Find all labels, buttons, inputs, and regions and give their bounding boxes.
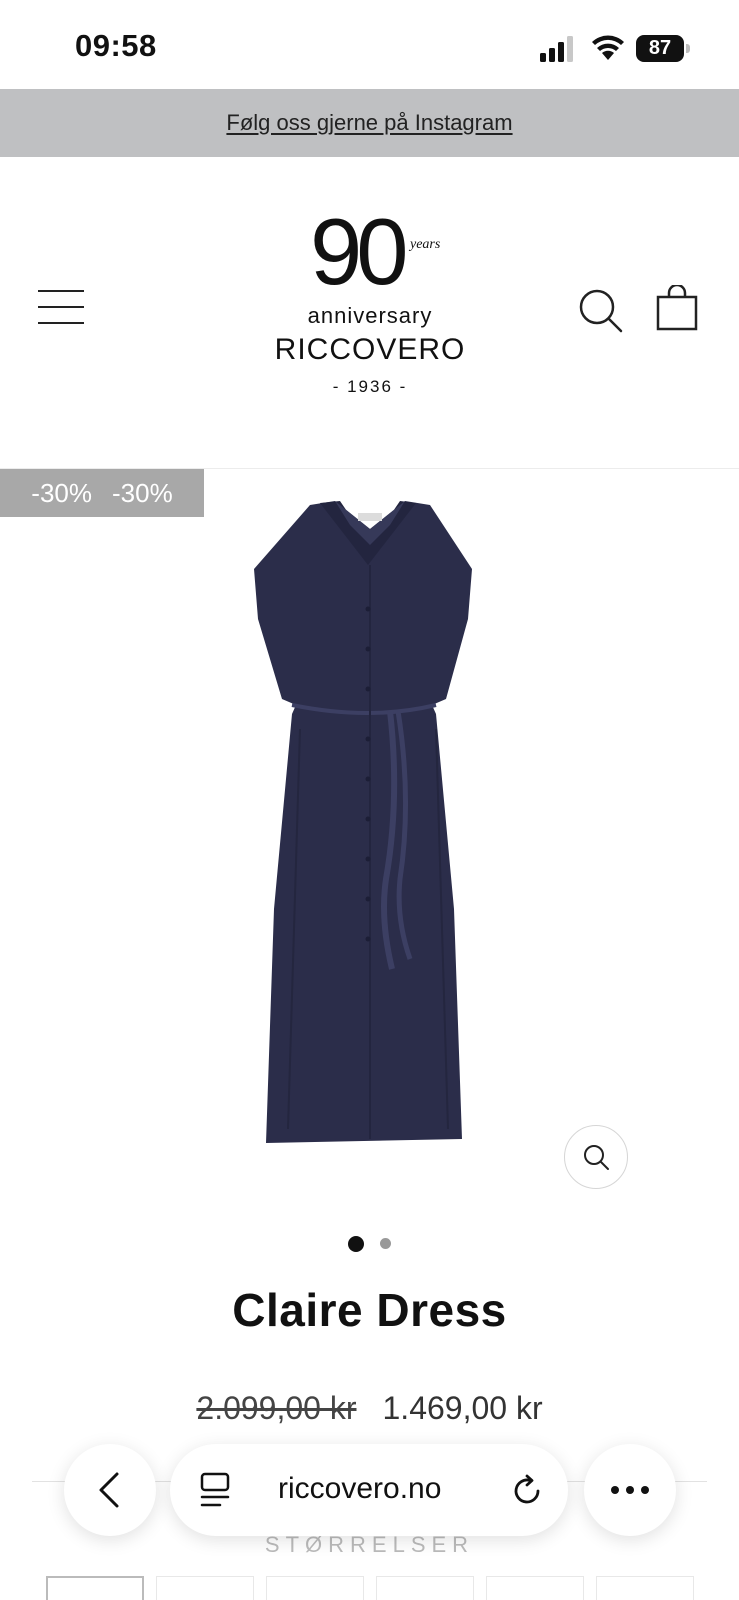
product-image[interactable] xyxy=(240,499,500,1175)
back-button[interactable] xyxy=(64,1444,156,1536)
wifi-icon xyxy=(592,35,624,60)
address-bar[interactable]: riccovero.no xyxy=(170,1444,568,1536)
logo-brand: RICCOVERO xyxy=(274,333,466,366)
gallery-pagination xyxy=(0,1236,739,1252)
zoom-icon xyxy=(584,1145,609,1170)
sale-badge: -30% -30% xyxy=(0,469,204,517)
search-button[interactable] xyxy=(578,288,624,334)
site-header: 90 years anniversary RICCOVERO - 1936 - xyxy=(0,157,739,469)
ellipsis-icon xyxy=(611,1486,649,1494)
search-icon xyxy=(579,289,623,333)
battery-icon: 87 xyxy=(636,35,690,62)
menu-button[interactable] xyxy=(38,290,84,324)
size-option[interactable] xyxy=(596,1576,694,1600)
hamburger-line xyxy=(38,306,84,308)
url-text: riccovero.no xyxy=(278,1472,442,1505)
size-option[interactable] xyxy=(486,1576,584,1600)
hamburger-line xyxy=(38,322,84,324)
size-option[interactable] xyxy=(266,1576,364,1600)
reload-icon[interactable] xyxy=(510,1474,544,1508)
size-option[interactable] xyxy=(156,1576,254,1600)
chevron-left-icon xyxy=(99,1472,119,1508)
shopping-bag-icon xyxy=(656,283,698,331)
hamburger-icon xyxy=(38,290,84,292)
logo-years: years xyxy=(410,237,441,252)
size-options xyxy=(46,1576,696,1600)
status-bar: 09:58 87 xyxy=(0,0,739,89)
pagination-dot-active[interactable] xyxy=(348,1236,364,1252)
announcement-bar: Følg oss gjerne på Instagram xyxy=(0,89,739,157)
logo-ninety: 90 xyxy=(310,199,409,304)
page-menu-icon xyxy=(200,1472,230,1507)
site-logo[interactable]: 90 years anniversary RICCOVERO - 1936 - xyxy=(240,205,500,405)
sale-price: 1.469,00 kr xyxy=(382,1390,543,1426)
product-gallery[interactable]: -30% -30% xyxy=(0,469,739,1209)
pagination-dot[interactable] xyxy=(380,1238,391,1249)
status-time: 09:58 xyxy=(75,28,157,63)
discount-label: -30% xyxy=(31,477,92,508)
discount-label: -30% xyxy=(112,477,173,508)
original-price: 2.099,00 kr xyxy=(196,1390,357,1426)
browser-toolbar: riccovero.no xyxy=(0,1444,739,1540)
instagram-link[interactable]: Følg oss gjerne på Instagram xyxy=(226,110,512,136)
size-option[interactable] xyxy=(376,1576,474,1600)
zoom-button[interactable] xyxy=(564,1125,628,1189)
product-title: Claire Dress xyxy=(232,1284,507,1336)
logo-anniversary: anniversary xyxy=(307,303,433,328)
cart-button[interactable] xyxy=(656,283,698,331)
cellular-signal-icon xyxy=(540,36,573,62)
logo-founded: - 1936 - xyxy=(332,377,408,396)
price-row: 2.099,00 kr 1.469,00 kr xyxy=(0,1390,739,1427)
more-button[interactable] xyxy=(584,1444,676,1536)
battery-level: 87 xyxy=(648,37,672,59)
size-option[interactable] xyxy=(46,1576,144,1600)
